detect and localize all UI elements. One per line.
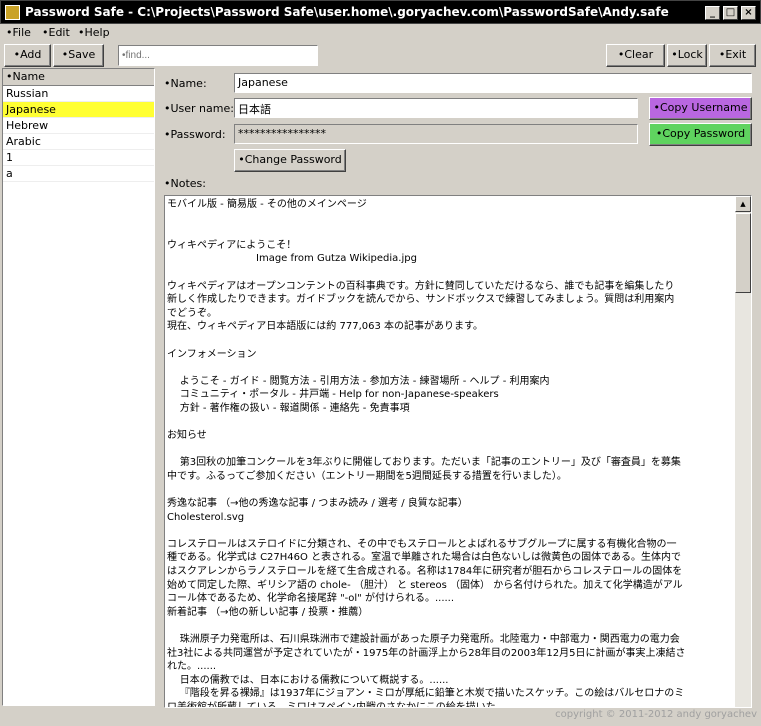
clear-button[interactable]: •Clear	[606, 44, 665, 67]
password-field[interactable]: ****************	[234, 124, 638, 144]
lock-button[interactable]: •Lock	[667, 44, 707, 67]
name-label: •Name:	[164, 77, 207, 90]
add-button[interactable]: •Add	[4, 44, 51, 67]
notes-area[interactable]: モバイル版 - 簡易版 - その他のメインページ ウィキペディアにようこそ！ I…	[164, 195, 752, 708]
maximize-button[interactable]: □	[723, 6, 738, 20]
notes-text[interactable]: モバイル版 - 簡易版 - その他のメインページ ウィキペディアにようこそ！ I…	[167, 198, 735, 707]
app-icon	[5, 5, 20, 20]
list-item[interactable]: Russian	[3, 86, 154, 102]
window-title: Password Safe - C:\Projects\Password Saf…	[25, 5, 669, 19]
entries-list: •Name Russian Japanese Hebrew Arabic 1 a	[2, 68, 155, 706]
list-item-selected[interactable]: Japanese	[3, 102, 154, 118]
menu-help[interactable]: •Help	[78, 26, 110, 39]
notes-label: •Notes:	[164, 177, 206, 190]
list-item[interactable]: a	[3, 166, 154, 182]
username-field[interactable]: 日本語	[234, 98, 638, 118]
save-button[interactable]: •Save	[53, 44, 104, 67]
change-password-button[interactable]: •Change Password	[234, 149, 346, 172]
title-bar: Password Safe - C:\Projects\Password Saf…	[0, 0, 761, 24]
minimize-button[interactable]: _	[705, 6, 720, 20]
list-item[interactable]: Arabic	[3, 134, 154, 150]
name-field[interactable]: Japanese	[234, 73, 752, 93]
menu-edit[interactable]: •Edit	[42, 26, 70, 39]
list-item[interactable]: 1	[3, 150, 154, 166]
menu-file[interactable]: •File	[6, 26, 31, 39]
find-input[interactable]	[118, 45, 318, 66]
menu-bar: •File •Edit •Help	[0, 24, 761, 42]
scroll-up-icon[interactable]: ▲	[735, 196, 751, 212]
copyright-text: copyright © 2011-2012 andy goryachev	[555, 709, 757, 720]
list-item[interactable]: Hebrew	[3, 118, 154, 134]
exit-button[interactable]: •Exit	[709, 44, 756, 67]
copy-password-button[interactable]: •Copy Password	[649, 123, 752, 146]
close-button[interactable]: ×	[741, 6, 756, 20]
list-header-name[interactable]: •Name	[3, 69, 154, 86]
copy-username-button[interactable]: •Copy Username	[649, 97, 752, 120]
notes-scrollbar[interactable]: ▲	[735, 196, 751, 707]
scroll-thumb[interactable]	[735, 213, 751, 293]
username-label: •User name:	[164, 102, 234, 115]
password-label: •Password:	[164, 128, 226, 141]
